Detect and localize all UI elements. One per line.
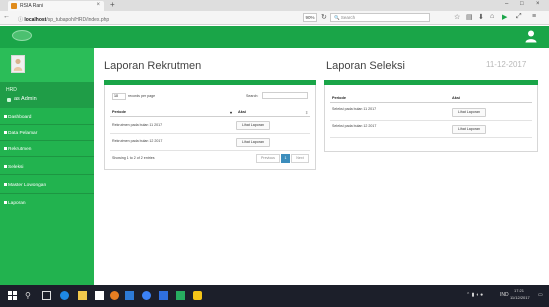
- user-icon[interactable]: [524, 29, 538, 43]
- table-header-divider: [330, 102, 532, 103]
- rekrutmen-panel-bar: [104, 80, 316, 85]
- sidebar-item-rekrutmen[interactable]: Rekrutmen: [4, 146, 31, 154]
- app-icon[interactable]: [193, 291, 202, 300]
- app-icon[interactable]: [176, 291, 185, 300]
- column-periode[interactable]: Periode: [332, 96, 346, 100]
- browser-search-input[interactable]: 🔍 Search: [330, 13, 430, 22]
- menu-icon[interactable]: ≡: [532, 13, 536, 20]
- new-tab-button[interactable]: +: [110, 0, 115, 9]
- lihat-laporan-button[interactable]: Lihat Laporan: [452, 125, 486, 134]
- column-aksi[interactable]: Aksi: [238, 110, 246, 114]
- notification-icon[interactable]: ▭: [538, 292, 543, 298]
- address-bar[interactable]: ⓘ localhost/sp_tubapoh/HRD/index.php: [18, 16, 109, 23]
- download-icon[interactable]: ⬇: [478, 13, 484, 21]
- maximize-icon[interactable]: □: [520, 1, 524, 7]
- sidebar-item-seleksi[interactable]: Seleksi: [4, 164, 23, 172]
- divider: [0, 174, 94, 175]
- app-header: [0, 26, 549, 48]
- page-size-select[interactable]: 10: [112, 93, 126, 100]
- sidebar-item-master-lowongan[interactable]: Master Lowongan: [4, 182, 46, 190]
- online-icon: [7, 98, 11, 102]
- report-icon: [4, 201, 7, 205]
- lihat-laporan-button[interactable]: Lihat Laporan: [452, 108, 486, 117]
- app-icon[interactable]: [142, 291, 151, 300]
- close-window-icon[interactable]: ×: [536, 1, 540, 7]
- user-name: HRD: [6, 87, 17, 93]
- bookmark-star-icon[interactable]: ☆: [454, 13, 460, 21]
- table-info: Showing 1 to 2 of 2 entries: [112, 156, 155, 160]
- zoom-level[interactable]: 90%: [303, 13, 317, 22]
- table-row: Seleksi pada bulan 11 2017: [332, 107, 377, 111]
- page-title-seleksi: Laporan Seleksi: [326, 60, 405, 72]
- seleksi-panel-bar: [324, 80, 538, 85]
- tray-icons[interactable]: ⌃ ▮ ◖ ●: [466, 292, 483, 298]
- search-label: Search:: [246, 94, 259, 98]
- browser-tab[interactable]: RSIA Rani ×: [8, 1, 104, 11]
- table-row: Rekrutmen pada bulan 12 2017: [112, 139, 163, 143]
- users-icon: [4, 131, 7, 135]
- table-row: Seleksi pada bulan 12 2017: [332, 124, 377, 128]
- row-divider: [330, 137, 532, 138]
- edge-icon[interactable]: [60, 291, 69, 300]
- filter-icon: [4, 165, 7, 169]
- records-per-page-label: records per page: [128, 94, 156, 98]
- home-icon[interactable]: ⌂: [490, 13, 494, 20]
- store-icon[interactable]: [95, 291, 104, 300]
- pagination-page-1[interactable]: 1: [281, 154, 290, 163]
- favicon-icon: [11, 3, 17, 9]
- search-icon: 🔍: [334, 15, 340, 20]
- dashboard-icon: [4, 115, 7, 119]
- windows-start-icon[interactable]: [8, 291, 17, 300]
- extension-icon[interactable]: ▶: [502, 13, 507, 21]
- file-explorer-icon[interactable]: [78, 291, 87, 300]
- sidebar-item-dashboard[interactable]: Dashboard: [4, 114, 31, 122]
- pagination-next[interactable]: Next: [291, 154, 309, 163]
- table-search-input[interactable]: [262, 92, 308, 99]
- search-icon[interactable]: ⚲: [25, 291, 34, 300]
- sync-icon[interactable]: ⤢: [516, 13, 522, 21]
- pagination-previous[interactable]: Previous: [256, 154, 280, 163]
- column-periode[interactable]: Periode: [112, 110, 126, 114]
- divider: [0, 193, 94, 194]
- reload-icon[interactable]: ↻: [321, 13, 327, 21]
- firefox-icon[interactable]: [110, 291, 119, 300]
- current-date: 11-12-2017: [486, 60, 527, 69]
- sort-icon[interactable]: ⇕: [305, 110, 308, 115]
- user-role: as Admin: [14, 96, 37, 102]
- divider: [0, 156, 94, 157]
- avatar: [11, 55, 25, 73]
- sort-desc-icon[interactable]: ▾: [230, 110, 232, 115]
- column-aksi[interactable]: Aksi: [452, 96, 460, 100]
- row-divider: [330, 120, 532, 121]
- sidebar-item-laporan[interactable]: Laporan: [4, 200, 26, 208]
- minimize-icon[interactable]: –: [505, 1, 508, 7]
- clock-date[interactable]: 11/12/2017: [510, 295, 530, 300]
- tab-title: RSIA Rani: [20, 3, 44, 9]
- clock-time[interactable]: 17:21: [514, 288, 524, 293]
- lihat-laporan-button[interactable]: Lihat Laporan: [236, 121, 270, 130]
- page-title-rekrutmen: Laporan Rekrutmen: [104, 60, 202, 72]
- table-header-divider: [110, 116, 310, 117]
- app-logo[interactable]: [12, 30, 32, 41]
- seleksi-panel: [324, 80, 538, 152]
- divider: [0, 124, 94, 125]
- row-divider: [110, 150, 310, 151]
- user-info: [0, 82, 94, 108]
- table-row: Rekrutmen pada bulan 11 2017: [112, 123, 163, 127]
- row-divider: [110, 133, 310, 134]
- back-icon[interactable]: ←: [3, 13, 10, 20]
- tab-close-icon[interactable]: ×: [96, 2, 100, 8]
- filter-icon: [4, 183, 7, 187]
- divider: [0, 140, 94, 141]
- task-view-icon[interactable]: [42, 291, 51, 300]
- language-indicator[interactable]: IND: [500, 292, 509, 298]
- sidebar-item-data-pelamar[interactable]: Data Pelamar: [4, 130, 37, 138]
- app-icon[interactable]: [159, 291, 168, 300]
- lihat-laporan-button[interactable]: Lihat Laporan: [236, 138, 270, 147]
- grid-icon: [4, 147, 7, 151]
- app-icon[interactable]: [125, 291, 134, 300]
- library-icon[interactable]: ▤: [466, 13, 473, 21]
